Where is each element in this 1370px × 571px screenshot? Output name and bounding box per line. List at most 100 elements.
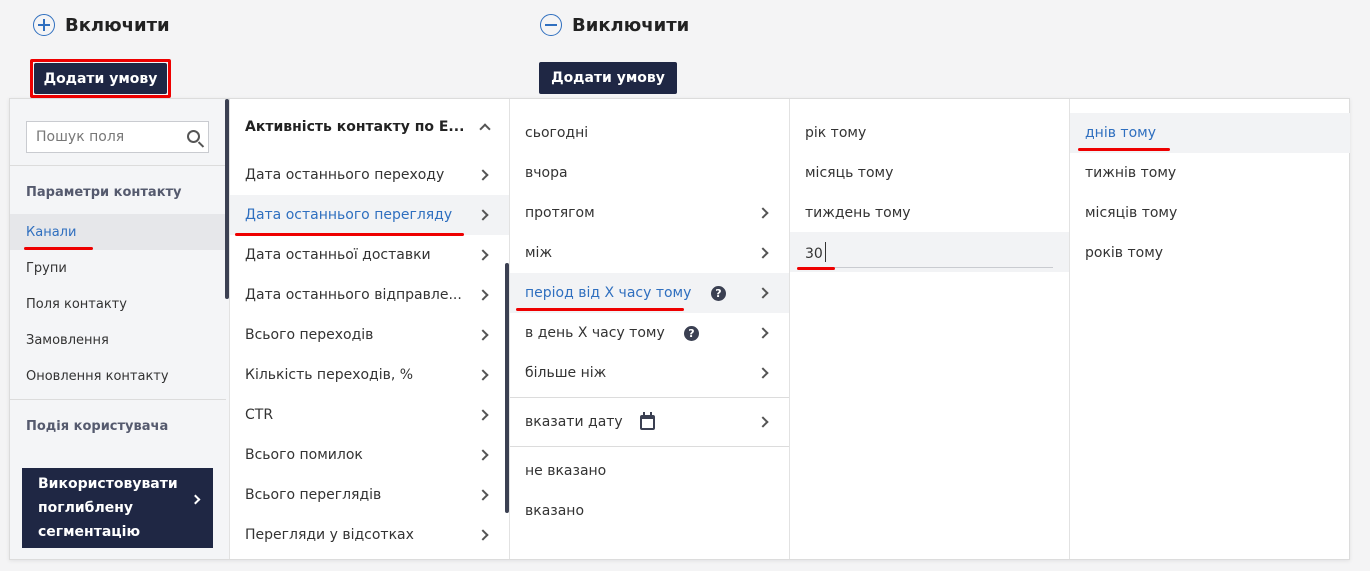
- highlight-underline: [24, 247, 93, 250]
- period-column: сьогодні вчора протягом між період від X…: [510, 99, 790, 559]
- list-item[interactable]: місяць тому: [790, 153, 1069, 193]
- list-item-label: Перегляди у відсотках: [245, 527, 414, 543]
- chevron-right-icon: [757, 247, 769, 259]
- quantity-column: рік тому місяць тому тиждень тому: [790, 99, 1070, 559]
- chevron-right-icon: [757, 327, 769, 339]
- list-item-label: днів тому: [1085, 125, 1156, 141]
- list-item[interactable]: Дата останнього відправле...: [230, 275, 509, 315]
- list-item[interactable]: більше ніж: [510, 353, 789, 393]
- search-icon[interactable]: [187, 130, 200, 143]
- list-item[interactable]: Кількість переходів, %: [230, 355, 509, 395]
- list-item-label: вказано: [525, 503, 585, 519]
- sidebar-item-orders[interactable]: Замовлення: [10, 322, 225, 358]
- field-sidebar: Параметри контакту Канали Групи Поля кон…: [10, 99, 230, 559]
- list-item-label: тиждень тому: [805, 205, 911, 221]
- chevron-right-icon: [757, 367, 769, 379]
- list-item[interactable]: вчора: [510, 153, 789, 193]
- list-item-label: Дата останньої доставки: [245, 247, 431, 263]
- sidebar-scrollbar[interactable]: [225, 99, 229, 299]
- list-item[interactable]: Всього переглядів: [230, 475, 509, 515]
- list-item[interactable]: CTR: [230, 395, 509, 435]
- list-item-label: Кількість переходів, %: [245, 367, 414, 383]
- list-item-label: тижнів тому: [1085, 165, 1177, 181]
- deep-segmentation-button[interactable]: Використовувати поглиблену сегментацію: [22, 468, 213, 548]
- list-item[interactable]: Всього переходів: [230, 315, 509, 355]
- sidebar-item-contact-update[interactable]: Оновлення контакту: [10, 358, 225, 394]
- chevron-right-icon: [477, 169, 489, 181]
- list-item-label: місяць тому: [805, 165, 894, 181]
- list-item[interactable]: місяців тому: [1070, 193, 1350, 233]
- unit-column: днів тому тижнів тому місяців тому років…: [1070, 99, 1350, 559]
- include-title: Включити: [65, 14, 170, 36]
- quantity-input-row: [790, 232, 1069, 272]
- help-icon[interactable]: ?: [711, 286, 726, 301]
- list-item[interactable]: Дата останнього переходу: [230, 155, 509, 195]
- divider: [510, 446, 789, 447]
- search-input[interactable]: [36, 129, 176, 145]
- quantity-input[interactable]: [805, 240, 1053, 268]
- list-item-label: більше ніж: [525, 365, 607, 381]
- search-field[interactable]: [26, 121, 209, 153]
- list-item-label: між: [525, 245, 553, 261]
- chevron-right-icon: [477, 489, 489, 501]
- list-item-label: Дата останнього відправле...: [245, 287, 462, 303]
- chevron-right-icon: [477, 289, 489, 301]
- list-item[interactable]: тиждень тому: [790, 193, 1069, 233]
- list-item[interactable]: вказано: [510, 491, 789, 531]
- list-item[interactable]: тижнів тому: [1070, 153, 1350, 193]
- list-item-label: період від X часу тому: [525, 285, 692, 301]
- list-item[interactable]: не вказано: [510, 451, 789, 491]
- sidebar-item-contact-fields[interactable]: Поля контакту: [10, 286, 225, 322]
- divider: [10, 399, 226, 400]
- list-item[interactable]: Перегляди у відсотках: [230, 515, 509, 555]
- activity-group-header[interactable]: Активність контакту по E...: [230, 107, 509, 147]
- list-item-selected[interactable]: днів тому: [1070, 113, 1350, 153]
- list-item[interactable]: Дата останньої доставки: [230, 235, 509, 275]
- list-item-selected[interactable]: Дата останнього перегляду: [230, 195, 509, 235]
- include-header: Включити: [33, 14, 170, 36]
- chevron-right-icon: [477, 209, 489, 221]
- list-item[interactable]: в день X часу тому?: [510, 313, 789, 353]
- list-item[interactable]: рік тому: [790, 113, 1069, 153]
- include-add-condition-button[interactable]: Додати умову: [34, 63, 167, 94]
- list-item-label: не вказано: [525, 463, 607, 479]
- list-item-label: в день X часу тому: [525, 325, 665, 341]
- list-item[interactable]: сьогодні: [510, 113, 789, 153]
- section-user-event: Подія користувача: [26, 419, 169, 434]
- list-item-label: Всього переходів: [245, 327, 374, 343]
- list-item-selected[interactable]: період від X часу тому?: [510, 273, 789, 313]
- chevron-right-icon: [477, 329, 489, 341]
- chevron-right-icon: [757, 207, 769, 219]
- list-item-label: рік тому: [805, 125, 867, 141]
- sidebar-item-channels[interactable]: Канали: [10, 214, 225, 250]
- list-item-label: вказати дату: [525, 414, 623, 430]
- list-item-label: вчора: [525, 165, 568, 181]
- sidebar-item-groups[interactable]: Групи: [10, 250, 225, 286]
- chevron-right-icon: [757, 287, 769, 299]
- highlight-underline: [1078, 148, 1170, 151]
- chevron-right-icon: [477, 529, 489, 541]
- list-item-label: Всього помилок: [245, 447, 363, 463]
- list-item[interactable]: протягом: [510, 193, 789, 233]
- list-item-label: років тому: [1085, 245, 1164, 261]
- list-item[interactable]: Всього помилок: [230, 435, 509, 475]
- help-icon[interactable]: ?: [684, 326, 699, 341]
- list-item[interactable]: років тому: [1070, 233, 1350, 273]
- exclude-title: Виключити: [572, 14, 690, 36]
- list-item-label: Всього переглядів: [245, 487, 382, 503]
- exclude-add-condition-button[interactable]: Додати умову: [539, 62, 677, 94]
- highlight-underline: [516, 308, 684, 311]
- activity-header-label: Активність контакту по E...: [245, 119, 465, 135]
- divider: [510, 397, 789, 398]
- chevron-right-icon: [477, 449, 489, 461]
- list-item-label: Дата останнього переходу: [245, 167, 445, 183]
- minus-circle-icon[interactable]: [540, 14, 562, 36]
- chevron-right-icon: [477, 249, 489, 261]
- text-caret: [825, 242, 826, 262]
- specify-date-item[interactable]: вказати дату: [510, 402, 789, 442]
- column-scrollbar[interactable]: [505, 263, 509, 513]
- section-contact-params: Параметри контакту: [26, 185, 182, 200]
- plus-circle-icon[interactable]: [33, 14, 55, 36]
- condition-panel: Параметри контакту Канали Групи Поля кон…: [9, 98, 1350, 560]
- list-item[interactable]: між: [510, 233, 789, 273]
